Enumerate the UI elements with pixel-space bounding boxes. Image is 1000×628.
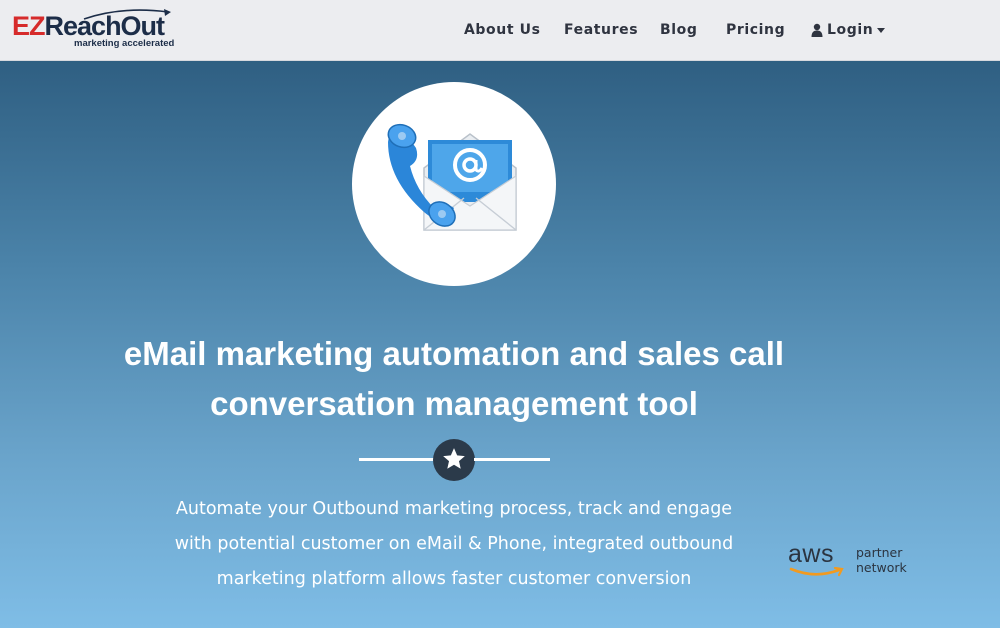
nav-blog[interactable]: Blog (660, 0, 698, 60)
chevron-down-icon (877, 27, 886, 33)
aws-wordmark: aws (788, 540, 834, 568)
ezreachout-logo[interactable]: EZReachOut marketing accelerated (12, 8, 177, 52)
hero-subtext: Automate your Outbound marketing process… (174, 499, 734, 589)
nav-about-us[interactable]: About Us (464, 0, 541, 60)
logo-tagline: marketing accelerated (74, 38, 175, 49)
nav-pricing[interactable]: Pricing (726, 0, 785, 60)
hero-headline: eMail marketing automation and sales cal… (123, 335, 785, 422)
hero-section: eMail marketing automation and sales cal… (0, 61, 1000, 628)
aws-partner-network-logo: aws partner network (788, 540, 918, 588)
divider-line-right (474, 458, 550, 461)
phone-email-icon (387, 123, 517, 231)
star-divider-badge (433, 439, 475, 481)
logo-prefix: EZ (12, 11, 46, 41)
hero-image-circle (352, 82, 556, 286)
logo-suffix: ReachOut (44, 11, 166, 41)
top-navbar: EZReachOut marketing accelerated About U… (0, 0, 1000, 61)
aws-partner-network-text: partner network (856, 545, 907, 575)
user-icon (811, 23, 823, 37)
aws-network-label: network (856, 560, 907, 575)
nav-login-dropdown[interactable]: Login (811, 0, 886, 60)
aws-smile-icon (789, 567, 844, 577)
star-icon (443, 448, 465, 469)
login-label: Login (827, 22, 874, 38)
aws-partner-label: partner (856, 545, 903, 560)
nav-features[interactable]: Features (564, 0, 638, 60)
divider-line-left (359, 458, 435, 461)
